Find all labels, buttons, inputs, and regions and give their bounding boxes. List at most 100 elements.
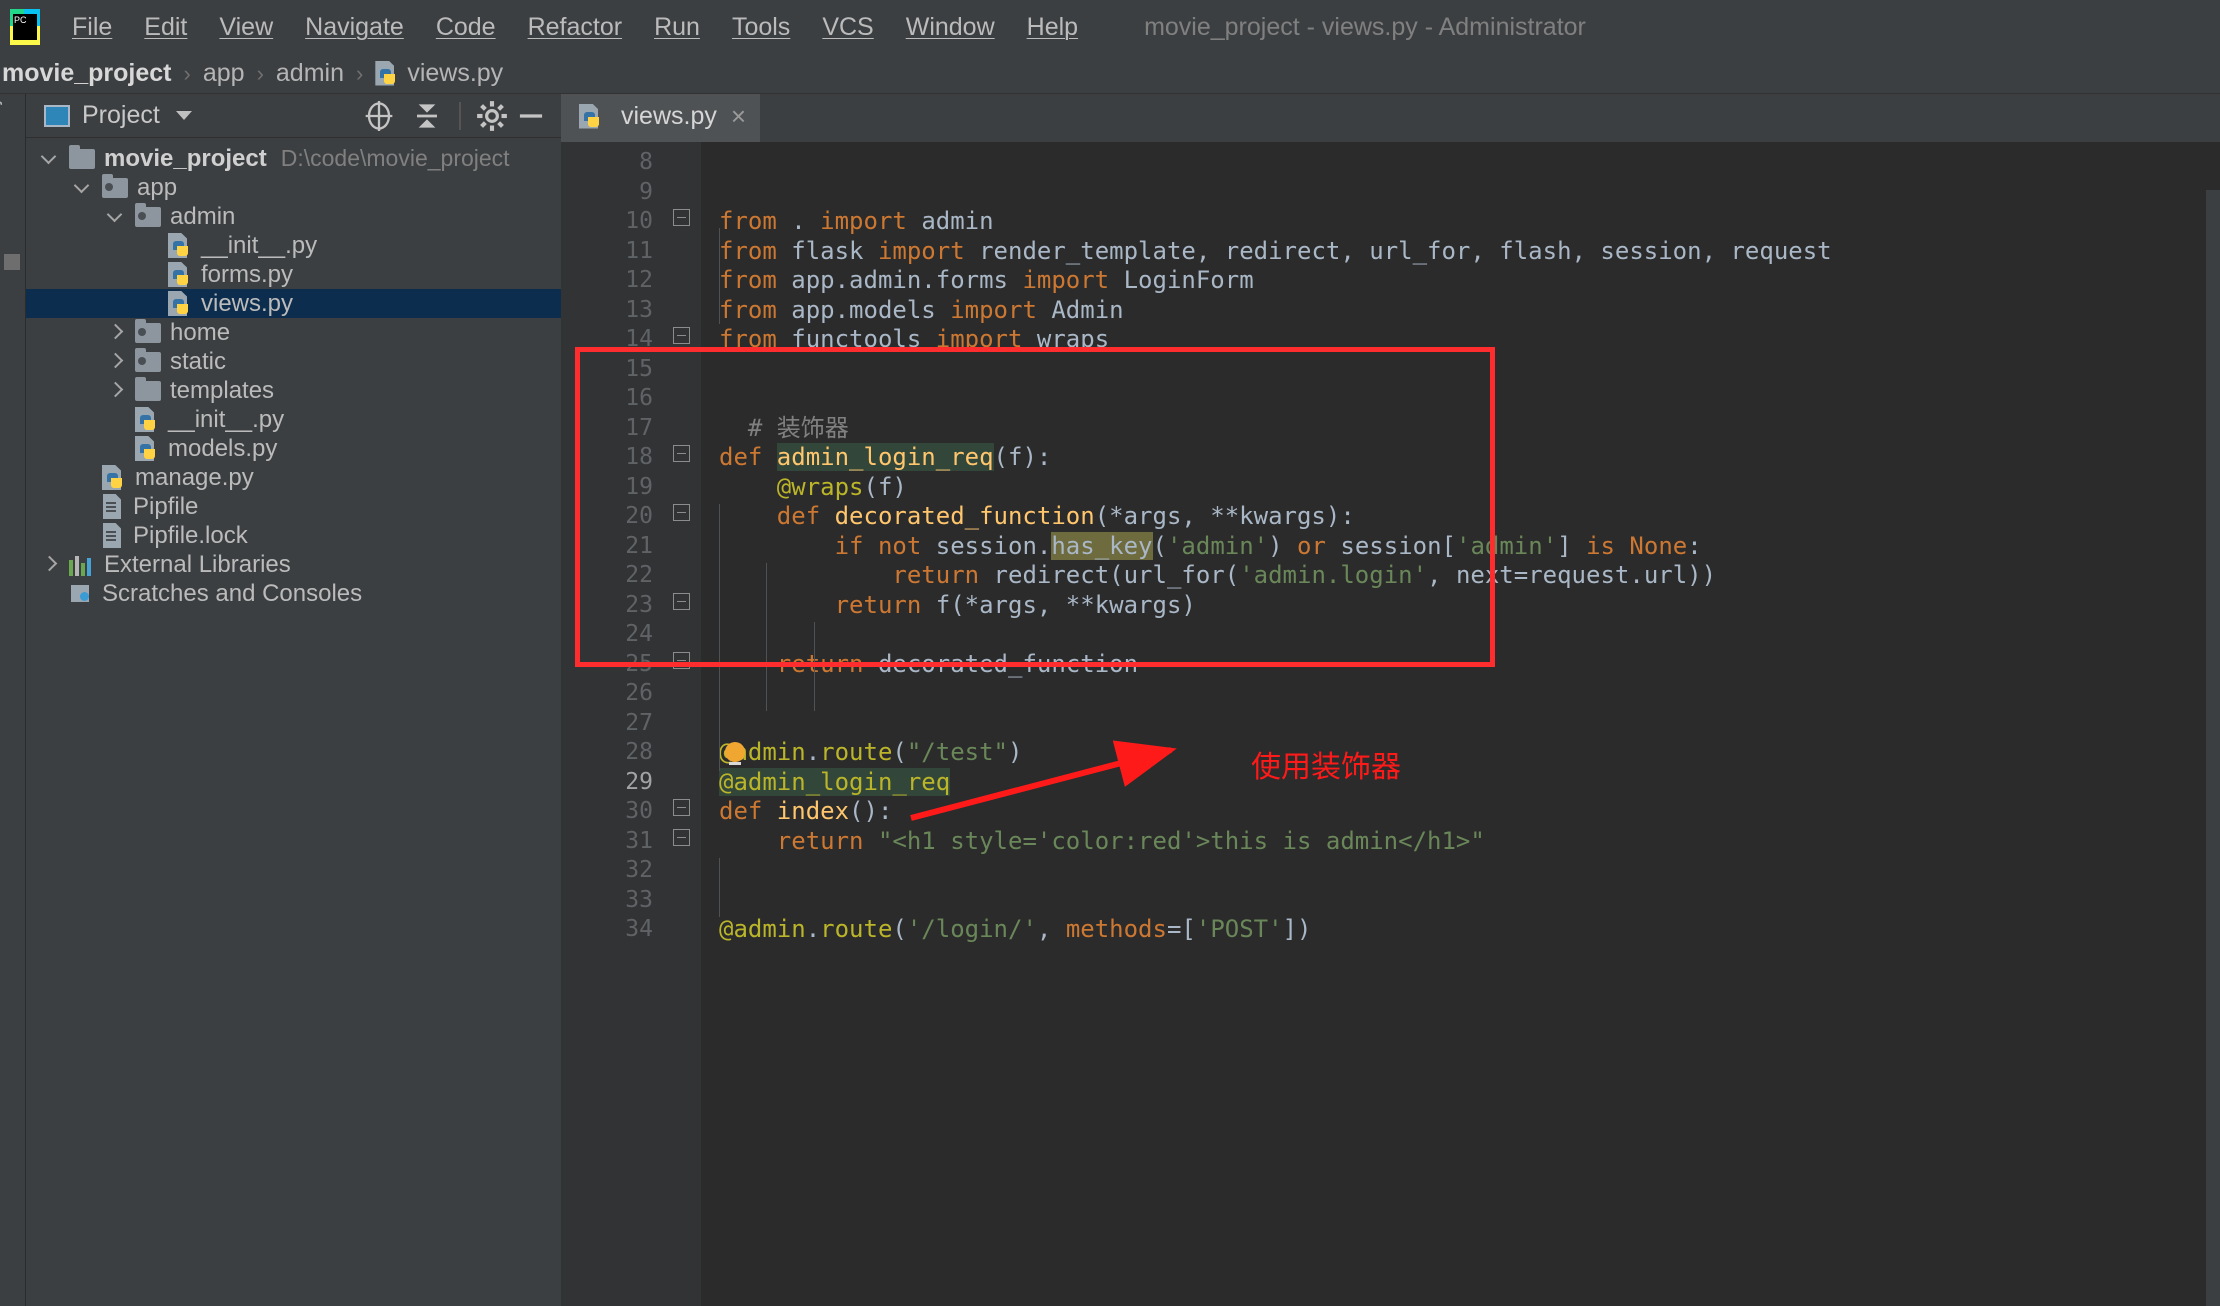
close-icon[interactable]: × [731, 101, 746, 132]
tree-item-static[interactable]: static [26, 347, 561, 376]
menu-item-file[interactable]: File [56, 13, 128, 42]
tree-item-app[interactable]: app [26, 173, 561, 202]
breadcrumb-item-admin[interactable]: admin [276, 59, 344, 88]
tool-tab-structure[interactable]: Structure [0, 974, 6, 1154]
code-line[interactable]: def decorated_function(*args, **kwargs): [701, 502, 2220, 532]
fold-marker-icon[interactable] [673, 445, 690, 462]
tree-item-views-py[interactable]: views.py [26, 289, 561, 318]
menu-item-view[interactable]: View [203, 13, 289, 42]
menu-item-run[interactable]: Run [638, 13, 716, 42]
menu-item-vcs[interactable]: VCS [806, 13, 889, 42]
code-line[interactable]: from . import admin [701, 207, 2220, 237]
code-line[interactable] [701, 679, 2220, 709]
code-token: , next= [1427, 561, 1529, 589]
code-editor[interactable]: 8 9 10 11 12 13 14 15 16 17 18 19 20 21 22 23 24 25 26 27 28… [561, 142, 2220, 1306]
window-title: movie_project - views.py - Administrator [1144, 12, 1586, 41]
menu-item-help[interactable]: Help [1011, 13, 1094, 42]
chevron-right-icon[interactable] [106, 381, 126, 401]
chevron-right-icon[interactable] [106, 352, 126, 372]
code-line[interactable]: @wraps(f) [701, 473, 2220, 503]
code-line[interactable] [701, 178, 2220, 208]
fold-marker-icon[interactable] [673, 652, 690, 669]
crosshair-icon[interactable] [359, 96, 399, 136]
package-folder-icon [135, 202, 161, 227]
chevron-right-icon[interactable] [40, 555, 60, 575]
menu-item-tools[interactable]: Tools [716, 13, 806, 42]
code-text-area[interactable]: from . import admin from flask import ren… [701, 142, 2220, 1306]
tree-item-__init__-py[interactable]: __init__.py [26, 405, 561, 434]
code-line[interactable]: return "<h1 style='color:red'>this is ad… [701, 827, 2220, 857]
fold-marker-icon[interactable] [673, 327, 690, 344]
tree-item-__init__-py[interactable]: __init__.py [26, 231, 561, 260]
code-line[interactable] [701, 856, 2220, 886]
code-line[interactable]: def admin_login_req(f): [701, 443, 2220, 473]
tree-item-admin[interactable]: admin [26, 202, 561, 231]
code-line[interactable]: def index(): [701, 797, 2220, 827]
collapse-all-icon[interactable] [407, 96, 447, 136]
code-token: url_for [1123, 561, 1225, 589]
code-token: f [877, 472, 893, 501]
tree-item-external-libraries[interactable]: External Libraries [26, 550, 561, 579]
code-token: from [719, 325, 792, 353]
chevron-down-icon[interactable] [73, 178, 93, 198]
code-line[interactable]: from functools import wraps [701, 325, 2220, 355]
fold-marker-icon[interactable] [673, 799, 690, 816]
chevron-right-icon[interactable] [106, 323, 126, 343]
fold-marker-icon[interactable] [673, 829, 690, 846]
tool-tab-project[interactable]: Project [0, 34, 4, 134]
project-tree[interactable]: movie_project D:\code\movie_project app adm… [26, 138, 561, 1306]
minimize-icon[interactable] [511, 97, 551, 135]
chevron-down-icon[interactable] [40, 149, 60, 169]
code-folding-gutter[interactable] [667, 142, 701, 1306]
tree-item-manage-py[interactable]: manage.py [26, 463, 561, 492]
code-token: (): [849, 797, 893, 825]
code-line[interactable]: from flask import render_template, redir… [701, 237, 2220, 267]
tree-item-templates[interactable]: templates [26, 376, 561, 405]
code-token: route [820, 915, 893, 943]
menu-item-refactor[interactable]: Refactor [512, 13, 638, 42]
code-line[interactable]: return decorated_function [701, 650, 2220, 680]
menu-item-code[interactable]: Code [420, 13, 512, 42]
code-token: route [820, 738, 893, 766]
tree-item-home[interactable]: home [26, 318, 561, 347]
code-line[interactable]: return f(*args, **kwargs) [701, 591, 2220, 621]
tree-item-scratches-and-consoles[interactable]: Scratches and Consoles [26, 579, 561, 608]
code-line[interactable] [701, 355, 2220, 385]
chevron-down-icon[interactable] [175, 111, 192, 120]
fold-marker-icon[interactable] [673, 504, 690, 521]
menu-item-edit[interactable]: Edit [128, 13, 203, 42]
code-line[interactable] [701, 886, 2220, 916]
tree-item-forms-py[interactable]: forms.py [26, 260, 561, 289]
fold-marker-icon[interactable] [673, 593, 690, 610]
code-line[interactable]: @admin.route('/login/', methods=['POST']… [701, 915, 2220, 945]
code-line[interactable]: @admin_login_req [701, 767, 2220, 798]
code-line[interactable] [701, 709, 2220, 739]
code-line[interactable] [701, 148, 2220, 178]
code-line[interactable]: @admin.route("/test") [701, 738, 2220, 768]
editor-scrollbar[interactable] [2206, 190, 2220, 1306]
code-line[interactable]: if not session.has_key('admin') or sessi… [701, 531, 2220, 562]
chevron-down-icon[interactable] [106, 207, 126, 227]
line-number: 32 [625, 857, 653, 883]
editor-tab-views-py[interactable]: views.py × [561, 94, 761, 142]
tree-item-pipfile-lock[interactable]: Pipfile.lock [26, 521, 561, 550]
code-line[interactable]: return redirect(url_for('admin.login', n… [701, 561, 2220, 591]
tree-item-pipfile[interactable]: Pipfile [26, 492, 561, 521]
code-line[interactable]: from app.models import Admin [701, 296, 2220, 326]
gear-icon[interactable] [473, 97, 511, 135]
line-number: 24 [625, 621, 653, 647]
breadcrumb-item-file[interactable]: views.py [407, 59, 503, 88]
tree-item-models-py[interactable]: models.py [26, 434, 561, 463]
code-line[interactable] [701, 620, 2220, 650]
tree-item-movie_project[interactable]: movie_project D:\code\movie_project [26, 144, 561, 173]
code-line[interactable] [701, 384, 2220, 414]
code-line[interactable]: # 装饰器 [701, 414, 2220, 444]
fold-marker-icon[interactable] [673, 209, 690, 226]
breadcrumb-item-project[interactable]: movie_project [2, 59, 172, 88]
code-line[interactable]: from app.admin.forms import LoginForm [701, 266, 2220, 296]
breadcrumb-item-app[interactable]: app [203, 59, 245, 88]
intention-bulb-icon[interactable] [725, 742, 747, 765]
code-token: ( [892, 738, 907, 766]
menu-item-window[interactable]: Window [890, 13, 1011, 42]
menu-item-navigate[interactable]: Navigate [289, 13, 420, 42]
